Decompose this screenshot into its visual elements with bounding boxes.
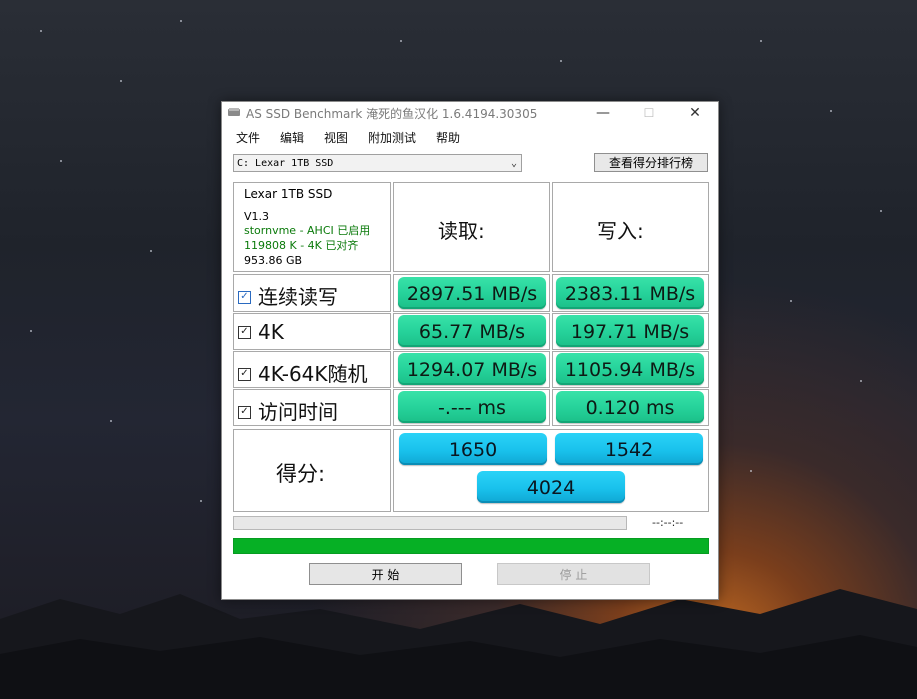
elapsed-timer: --:--:-- [652, 516, 684, 529]
drive-select-value: C: Lexar 1TB SSD [237, 158, 334, 169]
row-label-cell: ✓ 访问时间 [233, 389, 391, 426]
score-label: 得分: [276, 462, 326, 486]
row-label: ✓ 4K [238, 320, 284, 344]
4k-read-result: 65.77 MB/s [398, 315, 546, 347]
drive-select[interactable]: C: Lexar 1TB SSD ⌄ [233, 154, 522, 172]
drive-alignment: 119808 K - 4K 已对齐 [244, 239, 359, 252]
title-bar[interactable]: AS SSD Benchmark 淹死的鱼汉化 1.6.4194.30305 —… [222, 102, 718, 124]
maximize-button[interactable]: ☐ [626, 102, 672, 124]
app-icon [228, 108, 240, 116]
menu-extra-tests[interactable]: 附加测试 [368, 129, 416, 146]
seq-write-result: 2383.11 MB/s [556, 277, 704, 309]
row-label-cell: ✓ 连续读写 [233, 274, 391, 312]
checkbox-access[interactable]: ✓ [238, 406, 251, 419]
close-button[interactable]: ✕ [672, 102, 718, 124]
menu-bar: 文件 编辑 视图 附加测试 帮助 [222, 124, 718, 146]
chevron-down-icon: ⌄ [510, 158, 517, 169]
drive-driver: stornvme - AHCI 已启用 [244, 224, 371, 237]
menu-file[interactable]: 文件 [236, 129, 260, 146]
overall-progress-bar [233, 538, 709, 554]
row-label: ✓ 连续读写 [238, 281, 338, 310]
row-label-cell: ✓ 4K [233, 313, 391, 350]
access-write-result: 0.120 ms [556, 391, 704, 423]
window-title: AS SSD Benchmark 淹死的鱼汉化 1.6.4194.30305 [246, 107, 538, 121]
drive-info-panel: Lexar 1TB SSD V1.3 stornvme - AHCI 已启用 1… [233, 182, 391, 272]
checkbox-4k[interactable]: ✓ [238, 326, 251, 339]
checkbox-4k64[interactable]: ✓ [238, 368, 251, 381]
start-button[interactable]: 开 始 [309, 563, 462, 585]
drive-firmware: V1.3 [244, 210, 270, 223]
row-label-cell: ✓ 4K-64K随机 [233, 351, 391, 388]
write-header-cell: 写入: [552, 182, 709, 272]
4k64-read-result: 1294.07 MB/s [398, 353, 546, 385]
test-progress-bar [233, 516, 627, 530]
read-header-cell: 读取: [393, 182, 550, 272]
read-header: 读取: [438, 219, 485, 243]
rank-button[interactable]: 查看得分排行榜 [594, 153, 708, 172]
menu-help[interactable]: 帮助 [436, 129, 460, 146]
row-label: ✓ 4K-64K随机 [238, 358, 368, 387]
as-ssd-window: AS SSD Benchmark 淹死的鱼汉化 1.6.4194.30305 —… [221, 101, 719, 600]
drive-name: Lexar 1TB SSD [244, 187, 333, 201]
score-label-cell: 得分: [233, 429, 391, 512]
4k64-write-result: 1105.94 MB/s [556, 353, 704, 385]
write-header: 写入: [597, 219, 644, 243]
write-score: 1542 [555, 433, 703, 465]
minimize-button[interactable]: — [580, 102, 626, 124]
access-read-result: -.--- ms [398, 391, 546, 423]
stop-button[interactable]: 停 止 [497, 563, 650, 585]
read-score: 1650 [399, 433, 547, 465]
checkbox-seq[interactable]: ✓ [238, 291, 251, 304]
menu-edit[interactable]: 编辑 [280, 129, 304, 146]
4k-write-result: 197.71 MB/s [556, 315, 704, 347]
menu-view[interactable]: 视图 [324, 129, 348, 146]
total-score: 4024 [477, 471, 625, 503]
seq-read-result: 2897.51 MB/s [398, 277, 546, 309]
results-grid: Lexar 1TB SSD V1.3 stornvme - AHCI 已启用 1… [233, 182, 709, 512]
drive-capacity: 953.86 GB [244, 254, 303, 267]
row-label: ✓ 访问时间 [238, 396, 338, 425]
